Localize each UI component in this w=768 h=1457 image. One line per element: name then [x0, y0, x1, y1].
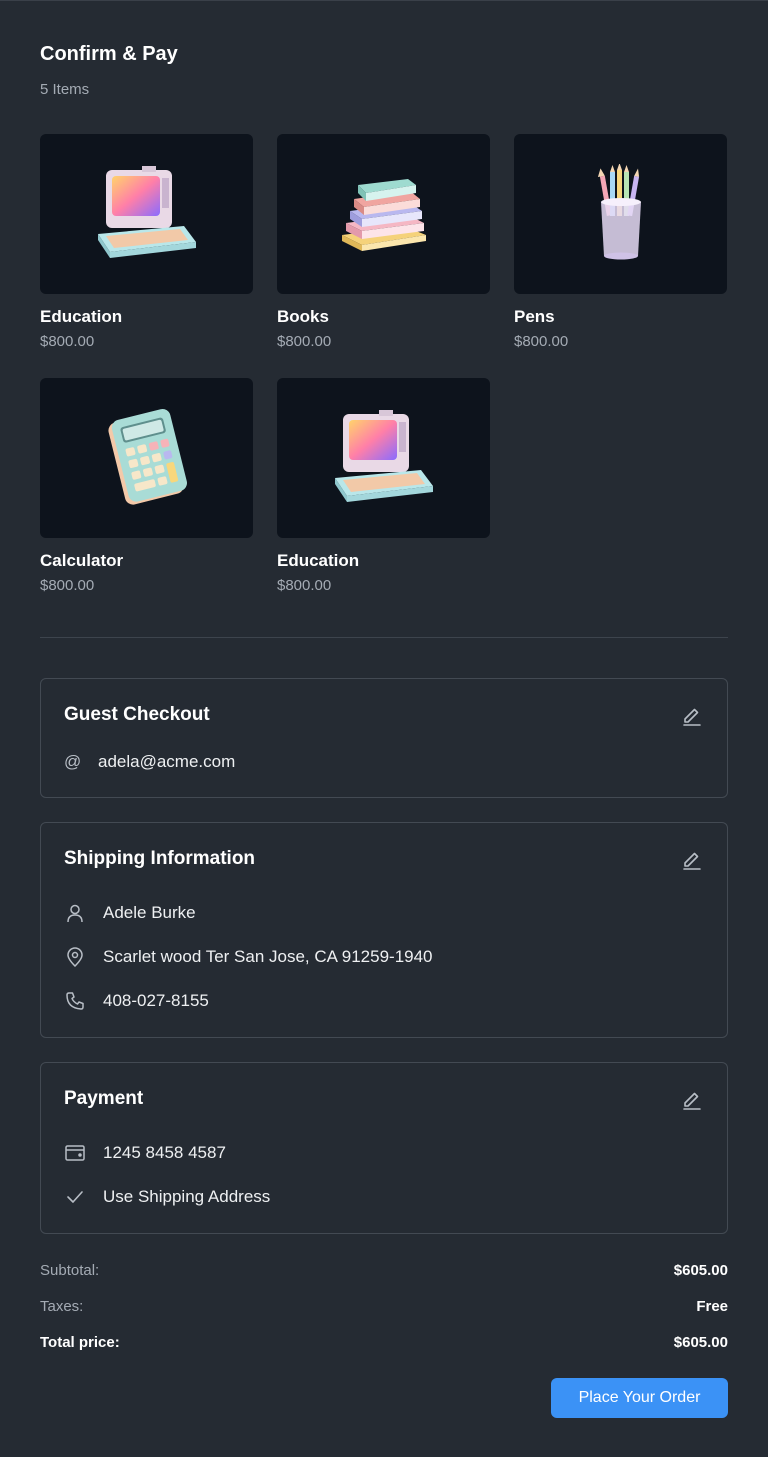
billing-address-row: Use Shipping Address [64, 1185, 270, 1209]
product-image [277, 134, 490, 294]
billing-address-option: Use Shipping Address [103, 1187, 271, 1206]
product-name: Education [40, 307, 123, 326]
product-name: Education [277, 551, 360, 570]
retro-computer-icon [334, 410, 433, 502]
shipping-phone: 408-027-8155 [103, 991, 209, 1010]
shipping-info-card: Shipping Information Adele Burke Scarlet… [40, 822, 728, 1038]
pencil-cup-icon [597, 164, 641, 260]
product-price: $800.00 [514, 333, 569, 350]
at-icon: @ [64, 752, 82, 771]
taxes-value: Free [696, 1298, 728, 1315]
card-number-row: 1245 8458 4587 [64, 1141, 226, 1165]
place-order-button[interactable]: Place Your Order [551, 1378, 728, 1418]
shipping-address-row: Scarlet wood Ter San Jose, CA 91259-1940 [64, 945, 433, 969]
phone-icon [64, 990, 86, 1012]
card-title: Guest Checkout [64, 704, 210, 725]
shipping-name: Adele Burke [103, 903, 196, 922]
product-price: $800.00 [40, 577, 95, 594]
product-name: Calculator [40, 551, 124, 570]
page-title: Confirm & Pay [40, 43, 178, 65]
card-title: Payment [64, 1088, 144, 1109]
item-count: 5 Items [40, 81, 90, 98]
section-divider [40, 637, 728, 638]
subtotal-label: Subtotal: [40, 1262, 100, 1279]
retro-computer-icon [97, 166, 196, 258]
product-image [277, 378, 490, 538]
shipping-address: Scarlet wood Ter San Jose, CA 91259-1940 [103, 947, 433, 966]
shipping-name-row: Adele Burke [64, 901, 196, 925]
product-name: Pens [514, 307, 555, 326]
product-price: $800.00 [277, 577, 332, 594]
total-value: $605.00 [673, 1334, 728, 1351]
product-image [40, 378, 253, 538]
checkout-page: Confirm & Pay 5 Items Education $800.00 … [0, 0, 768, 1457]
location-pin-icon [64, 946, 86, 968]
guest-checkout-card: Guest Checkout @ adela@acme.com [40, 678, 728, 798]
shipping-phone-row: 408-027-8155 [64, 989, 209, 1013]
guest-email: adela@acme.com [98, 752, 236, 771]
subtotal-value: $605.00 [673, 1262, 728, 1279]
product-name: Books [277, 307, 329, 326]
product-card[interactable]: Education $800.00 [40, 134, 253, 350]
product-image [514, 134, 727, 294]
product-card[interactable]: Education $800.00 [277, 378, 490, 594]
card-title: Shipping Information [64, 848, 256, 869]
email-row: @ adela@acme.com [64, 750, 235, 774]
total-label: Total price: [40, 1334, 120, 1351]
product-image [40, 134, 253, 294]
product-card[interactable]: Books $800.00 [277, 134, 490, 350]
user-icon [64, 902, 86, 924]
product-card[interactable]: Pens $800.00 [514, 134, 727, 350]
product-price: $800.00 [40, 333, 95, 350]
payment-card: Payment 1245 8458 4587 Use Shipping Addr… [40, 1062, 728, 1234]
taxes-row: Taxes: Free [40, 1298, 728, 1315]
check-icon [64, 1186, 86, 1208]
subtotal-row: Subtotal: $605.00 [40, 1262, 728, 1279]
edit-icon[interactable] [681, 1088, 703, 1110]
calculator-icon [107, 409, 187, 505]
product-card[interactable]: Calculator $800.00 [40, 378, 253, 594]
edit-icon[interactable] [681, 704, 703, 726]
product-price: $800.00 [277, 333, 332, 350]
taxes-label: Taxes: [40, 1298, 84, 1315]
total-row: Total price: $605.00 [40, 1334, 728, 1351]
book-stack-icon [341, 179, 426, 251]
card-number: 1245 8458 4587 [103, 1143, 226, 1162]
wallet-icon [64, 1142, 86, 1164]
edit-icon[interactable] [681, 848, 703, 870]
